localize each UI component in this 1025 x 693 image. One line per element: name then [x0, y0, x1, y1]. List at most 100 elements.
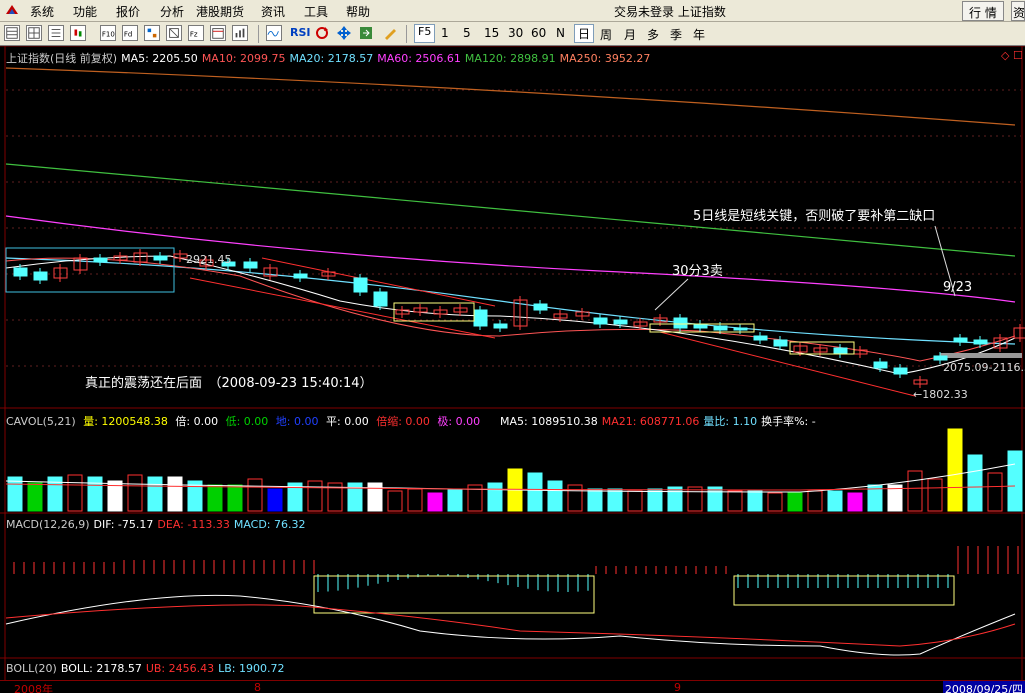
- time-axis: 2008年 8 9 2008/09/25/四: [0, 680, 1025, 693]
- axis-month-8: 8: [254, 681, 261, 693]
- volume-bar: [627, 490, 643, 512]
- list-icon[interactable]: [48, 25, 64, 41]
- move-icon[interactable]: [336, 25, 352, 41]
- candlestick: [473, 309, 488, 327]
- info-button[interactable]: 资: [1011, 1, 1025, 21]
- volume-bar: [987, 472, 1003, 512]
- volume-bar: [127, 474, 143, 512]
- volume-bar: [307, 480, 323, 512]
- volume-di: 低: 0.00: [225, 415, 269, 428]
- pencil-icon[interactable]: [382, 25, 398, 41]
- chart-area[interactable]: 上证指数(日线 前复权) MA5: 2205.50 MA10: 2099.75 MA2…: [0, 46, 1025, 693]
- volume-bar: [447, 488, 463, 512]
- boll-title: BOLL(20): [6, 662, 57, 675]
- grid-icon[interactable]: [26, 25, 42, 41]
- period-15min[interactable]: 15: [484, 26, 499, 40]
- period-year[interactable]: 年: [693, 26, 705, 43]
- macd-dea: DEA: -113.33: [157, 518, 230, 531]
- volume-bar: [747, 490, 763, 512]
- candlestick: [693, 323, 708, 329]
- period-week[interactable]: 周: [600, 26, 612, 43]
- candlestick: [373, 291, 388, 307]
- low-price-label: ←1802.33: [913, 388, 968, 401]
- volume-bar: [147, 476, 163, 512]
- menu-bar: 系统 功能 报价 分析 港股期货 资讯 工具 帮助 交易未登录 上证指数 行 情…: [0, 0, 1025, 22]
- period-5min[interactable]: 5: [463, 26, 471, 40]
- toolbar-separator: [406, 25, 407, 43]
- toolbar-separator: [258, 25, 259, 43]
- period-multi[interactable]: 多: [647, 26, 659, 43]
- menu-analysis[interactable]: 分析: [160, 3, 184, 20]
- volume-bar: [827, 490, 843, 512]
- window-title: 交易未登录 上证指数: [614, 5, 726, 19]
- period-month[interactable]: 月: [624, 26, 636, 43]
- refresh-icon[interactable]: [314, 25, 330, 41]
- menu-hk-futures[interactable]: 港股期货: [196, 3, 244, 20]
- candlestick: [13, 267, 28, 277]
- candlestick: [873, 361, 888, 369]
- period-day[interactable]: 日: [574, 24, 595, 43]
- menu-function[interactable]: 功能: [73, 3, 97, 20]
- volume-bar: [67, 474, 83, 512]
- volume-bar: [547, 480, 563, 512]
- menu-system[interactable]: 系统: [30, 3, 54, 20]
- macd-dea-line: [5, 604, 1016, 647]
- f12-icon[interactable]: Fz: [188, 25, 204, 41]
- period-60min[interactable]: 60: [531, 26, 546, 40]
- svg-text:Fd: Fd: [124, 31, 132, 39]
- rsi-button[interactable]: RSI: [290, 26, 311, 39]
- volume-bar: [947, 428, 963, 512]
- volume-title: CAVOL(5,21): [6, 415, 76, 428]
- date-readout: 2008/09/25/四: [942, 681, 1025, 693]
- volume-bar: [407, 488, 423, 512]
- volume-bar: [587, 488, 603, 512]
- ma250-line: [5, 67, 1016, 126]
- quote-button[interactable]: 行 情: [962, 1, 1004, 21]
- volume-bar: [207, 484, 223, 512]
- candlestick: [533, 303, 548, 311]
- f5-button[interactable]: F5: [414, 24, 436, 43]
- panel-options-icon[interactable]: ◇ ☐: [1001, 49, 1023, 62]
- annotation-gap: 5日线是短线关键，否则破了要补第二缺口: [693, 209, 936, 224]
- period-quarter[interactable]: 季: [670, 26, 682, 43]
- period-30min[interactable]: 30: [508, 26, 523, 40]
- candlestick: [733, 327, 748, 331]
- period-n[interactable]: N: [556, 26, 565, 40]
- volume-bar: [727, 490, 743, 512]
- menu-tools[interactable]: 工具: [304, 3, 328, 20]
- wave-icon[interactable]: [266, 25, 282, 41]
- depth-icon[interactable]: [166, 25, 182, 41]
- ma20-line: [5, 257, 1016, 345]
- volume-bei: 倍: 0.00: [175, 415, 219, 428]
- candlestick: [833, 347, 848, 355]
- period-1min[interactable]: 1: [441, 26, 449, 40]
- volume-bar: [667, 486, 683, 512]
- candlestick: [613, 319, 628, 325]
- chart-canvas[interactable]: [0, 46, 1025, 693]
- annotation-pointer: [654, 278, 689, 311]
- boll-lb: LB: 1900.72: [218, 662, 285, 675]
- candlestick-icon[interactable]: [70, 25, 86, 41]
- report-icon[interactable]: [4, 25, 20, 41]
- volume-ma21: MA21: 608771.06: [601, 415, 700, 428]
- f10-icon[interactable]: F10: [100, 25, 116, 41]
- menu-help[interactable]: 帮助: [346, 3, 370, 20]
- volume-bar: [927, 478, 943, 512]
- boll-panel-header: BOLL(20) BOLL: 2178.57 UB: 2456.43 LB: 1900…: [6, 662, 289, 675]
- stats-icon[interactable]: [232, 25, 248, 41]
- calendar-icon[interactable]: [210, 25, 226, 41]
- export-icon[interactable]: [358, 25, 374, 41]
- axis-month-9: 9: [674, 681, 681, 693]
- volume-bar: [787, 492, 803, 512]
- menu-quote[interactable]: 报价: [116, 3, 140, 20]
- volume-bar: [607, 488, 623, 512]
- macd-box: [313, 575, 595, 614]
- volume-ping: 平: 0.00: [326, 415, 369, 428]
- macd-value: MACD: 76.32: [233, 518, 306, 531]
- main-title: 上证指数(日线 前复权): [6, 52, 118, 65]
- volume-bar: [427, 492, 443, 512]
- sector-icon[interactable]: [144, 25, 160, 41]
- candlestick: [243, 261, 258, 269]
- f11-icon[interactable]: Fd: [122, 25, 138, 41]
- menu-info[interactable]: 资讯: [261, 3, 285, 20]
